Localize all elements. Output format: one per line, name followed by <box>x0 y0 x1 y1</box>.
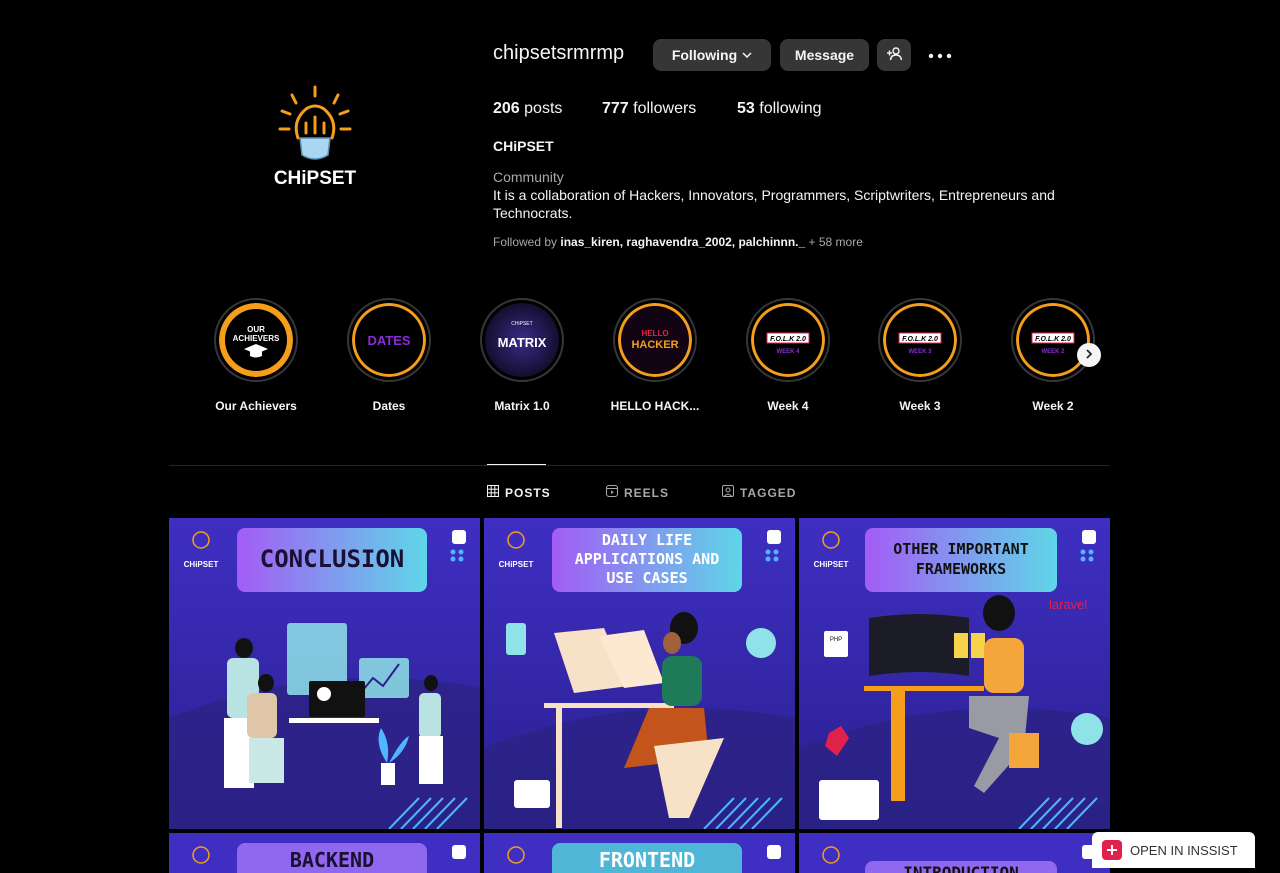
svg-text:HELLO: HELLO <box>641 329 668 338</box>
post-tile[interactable]: CHiPSET DAILY LIFE APPLICATIONS AND USE … <box>484 518 795 829</box>
more-options-button[interactable] <box>925 39 955 71</box>
profile-avatar[interactable]: CHiPSET <box>240 83 390 233</box>
following-link[interactable]: 53 following <box>737 100 822 118</box>
tab-posts[interactable]: POSTS <box>487 485 551 500</box>
profile-username: chipsetsrmrmp <box>493 42 625 64</box>
svg-text:CHiPSET: CHiPSET <box>814 560 849 569</box>
svg-text:F.O.L.K 2.0: F.O.L.K 2.0 <box>902 336 938 343</box>
highlight-dates[interactable]: DATES Dates <box>334 298 444 413</box>
svg-text:ACHIEVERS: ACHIEVERS <box>233 334 280 343</box>
highlight-our-achievers[interactable]: OUR ACHIEVERS Our Achievers <box>201 298 311 413</box>
svg-text:DAILY LIFE: DAILY LIFE <box>602 531 692 549</box>
svg-text:FRONTEND: FRONTEND <box>599 848 695 872</box>
avatar-logo-text: CHiPSET <box>274 168 357 189</box>
svg-text:WEEK 4: WEEK 4 <box>776 349 800 355</box>
tab-label: TAGGED <box>740 485 797 500</box>
svg-text:CONCLUSION: CONCLUSION <box>260 545 405 573</box>
svg-text:FRAMEWORKS: FRAMEWORKS <box>916 560 1006 578</box>
highlights-next-button[interactable] <box>1077 343 1101 367</box>
highlight-label: Week 4 <box>767 399 809 413</box>
reels-icon <box>606 485 618 500</box>
svg-text:OUR: OUR <box>247 325 265 334</box>
svg-text:INTRODUCTION: INTRODUCTION <box>903 863 1019 873</box>
following-button-label: Following <box>671 47 738 63</box>
svg-text:WEEK 3: WEEK 3 <box>908 349 932 355</box>
svg-text:laravel: laravel <box>1049 597 1087 612</box>
profile-bio: It is a collaboration of Hackers, Innova… <box>493 187 1055 221</box>
svg-text:PHP: PHP <box>830 637 842 643</box>
tabs-divider <box>169 465 1110 466</box>
profile-stats: 206 posts 777 followers 53 following <box>493 100 893 120</box>
highlight-label: Dates <box>372 399 406 413</box>
svg-text:BACKEND: BACKEND <box>290 848 374 872</box>
highlight-hello-hacker[interactable]: HELLO HACKER HELLO HACK... <box>600 298 710 413</box>
svg-text:HACKER: HACKER <box>631 339 678 351</box>
inssist-label: OPEN IN INSSIST <box>1130 842 1238 858</box>
svg-text:USE CASES: USE CASES <box>606 569 687 587</box>
profile-category: Community <box>493 169 564 185</box>
svg-text:OTHER IMPORTANT: OTHER IMPORTANT <box>893 540 1028 558</box>
svg-text:APPLICATIONS AND: APPLICATIONS AND <box>575 550 720 568</box>
suggested-users-button[interactable] <box>877 39 911 71</box>
post-tile[interactable]: CHiPSET CONCLUSION <box>169 518 480 829</box>
svg-text:CHiPSET: CHiPSET <box>499 560 534 569</box>
highlight-label: Week 2 <box>1032 399 1074 413</box>
tab-label: POSTS <box>505 485 551 500</box>
following-button[interactable]: Following <box>653 39 771 71</box>
highlight-label: Our Achievers <box>215 399 297 413</box>
chevron-down-icon <box>742 47 752 63</box>
followers-link[interactable]: 777 followers <box>602 100 696 118</box>
post-tile[interactable]: CHiPSET OTHER IMPORTANT FRAMEWORKS larav… <box>799 518 1110 829</box>
post-tile[interactable]: FRONTEND <box>484 833 795 873</box>
highlight-week-4[interactable]: F.O.L.K 2.0 WEEK 4 Week 4 <box>733 298 843 413</box>
tagged-icon <box>722 485 734 500</box>
highlight-matrix[interactable]: CHiPSET MATRIX Matrix 1.0 <box>467 298 577 413</box>
grid-icon <box>487 485 499 500</box>
svg-text:F.O.L.K 2.0: F.O.L.K 2.0 <box>770 336 806 343</box>
followed-by[interactable]: Followed by inas_kiren, raghavendra_2002… <box>493 235 863 249</box>
chevron-right-icon <box>1084 346 1094 364</box>
svg-text:CHiPSET: CHiPSET <box>184 560 219 569</box>
svg-text:DATES: DATES <box>367 333 410 348</box>
highlight-week-3[interactable]: F.O.L.K 2.0 WEEK 3 Week 3 <box>865 298 975 413</box>
add-person-icon <box>886 46 903 65</box>
highlight-label: HELLO HACK... <box>610 399 700 413</box>
message-button[interactable]: Message <box>780 39 869 71</box>
tab-label: REELS <box>624 485 670 500</box>
highlight-label: Matrix 1.0 <box>494 399 550 413</box>
more-icon <box>928 46 952 64</box>
posts-count: 206 posts <box>493 100 563 117</box>
post-tile[interactable]: BACKEND <box>169 833 480 873</box>
svg-text:CHiPSET: CHiPSET <box>511 321 532 327</box>
svg-text:WEEK 2: WEEK 2 <box>1041 349 1065 355</box>
svg-text:F.O.L.K 2.0: F.O.L.K 2.0 <box>1035 336 1071 343</box>
tab-reels[interactable]: REELS <box>606 485 669 500</box>
profile-full-name: CHiPSET <box>493 138 554 154</box>
post-tile[interactable]: INTRODUCTION <box>799 833 1110 873</box>
svg-text:MATRIX: MATRIX <box>498 335 547 350</box>
active-tab-indicator <box>487 464 546 465</box>
inssist-logo-icon <box>1102 840 1122 860</box>
highlight-label: Week 3 <box>899 399 941 413</box>
tab-tagged[interactable]: TAGGED <box>722 485 796 500</box>
open-in-inssist-button[interactable]: OPEN IN INSSIST <box>1092 832 1255 868</box>
